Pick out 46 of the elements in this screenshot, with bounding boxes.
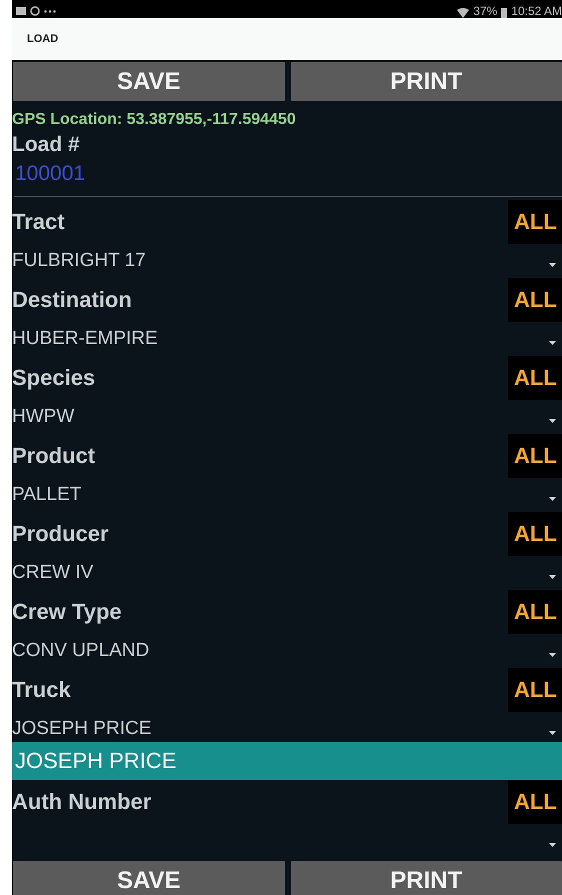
action-button[interactable]: PRINT (290, 62, 562, 101)
dropdown-field[interactable]: HWPW (12, 400, 562, 434)
action-button[interactable]: PRINT (290, 861, 562, 895)
battery-icon (501, 8, 508, 18)
field-label: Auth Number (12, 789, 152, 815)
dropdown-arrow-icon (549, 419, 556, 423)
dropdown-arrow-icon (549, 497, 556, 501)
all-button[interactable]: ALL (508, 512, 562, 556)
gps-location: GPS Location: 53.387955,-117.594450 (12, 111, 297, 130)
field-label: Destination (12, 287, 132, 313)
dropdown-arrow-icon (549, 653, 556, 657)
dropdown-field[interactable]: FULBRIGHT 17 (12, 244, 562, 278)
all-button[interactable]: ALL (508, 590, 562, 634)
dropdown-field[interactable]: CONV UPLAND (12, 634, 562, 668)
load-number-value: 100001 (14, 162, 86, 187)
dropdown-field[interactable]: HUBER-EMPIRE (12, 322, 562, 356)
all-button[interactable]: ALL (508, 780, 562, 824)
circle-icon (30, 6, 40, 16)
action-button[interactable]: SAVE (13, 861, 284, 895)
wifi-icon (457, 8, 470, 18)
dropdown-arrow-icon (549, 731, 556, 735)
all-button[interactable]: ALL (508, 200, 562, 244)
dropdown-arrow-icon (549, 341, 556, 345)
suggestion-item[interactable]: JOSEPH PRICE (12, 742, 562, 780)
field-label: Product (12, 443, 96, 469)
field-label: Tract (12, 209, 65, 235)
all-button[interactable]: ALL (508, 356, 562, 400)
clock-time: 10:52 AM (511, 4, 562, 18)
field-label: Producer (12, 521, 109, 547)
field-label: Crew Type (12, 599, 122, 625)
app-bar-title: LOAD (27, 33, 58, 45)
all-button[interactable]: ALL (508, 668, 562, 712)
field-label: Truck (12, 677, 71, 703)
field-label: Species (12, 365, 96, 391)
dropdown-field[interactable]: PALLET (12, 478, 562, 512)
all-button[interactable]: ALL (508, 434, 562, 478)
dropdown-arrow-icon (549, 575, 556, 579)
battery-percent: 37% (473, 4, 498, 18)
all-button[interactable]: ALL (508, 278, 562, 322)
dropdown-arrow-icon (549, 263, 556, 267)
more-dots-icon (44, 10, 56, 12)
dropdown-field[interactable]: CREW IV (12, 556, 562, 590)
action-button[interactable]: SAVE (13, 62, 284, 101)
field-label: Load # (12, 133, 81, 157)
image-icon (16, 7, 26, 15)
dropdown-arrow-icon (549, 843, 556, 847)
